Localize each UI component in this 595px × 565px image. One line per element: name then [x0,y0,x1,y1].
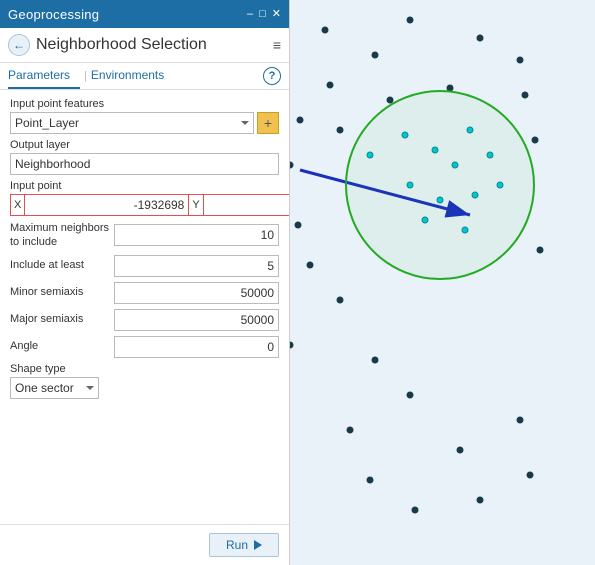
dark-point [477,35,484,42]
dark-point [297,117,304,124]
add-icon: + [264,115,272,131]
tab-environments[interactable]: Environments [91,63,174,89]
angle-group: Angle [10,336,279,358]
dark-point [307,262,314,269]
include-at-least-input[interactable] [114,255,279,277]
dark-point [522,92,529,99]
title-bar: Geoprocessing – □ ✕ [0,0,289,28]
back-button[interactable]: ← [8,34,30,56]
window-controls: – □ ✕ [247,9,281,20]
run-label: Run [226,538,248,552]
major-semiaxis-input[interactable] [114,309,279,331]
dark-point [457,447,464,454]
max-neighbors-label: Maximum neighborsto include [10,221,114,250]
input-point-features-select[interactable]: Point_Layer [10,112,254,134]
back-icon: ← [13,38,25,52]
dark-point [347,427,354,434]
geoprocessing-panel: Geoprocessing – □ ✕ ← Neighborhood Selec… [0,0,290,565]
minimize-btn[interactable]: – [247,9,253,20]
map-svg [290,0,595,565]
dark-point [367,477,374,484]
shape-type-select[interactable]: One sector Four sectors Circle [10,377,99,399]
parameters-body: Input point features Point_Layer + Outpu… [0,90,289,524]
maximize-btn[interactable]: □ [259,9,266,20]
max-neighbors-group: Maximum neighborsto include [10,221,279,250]
tool-header: ← Neighborhood Selection ≡ [0,28,289,63]
major-semiaxis-group: Major semiaxis [10,309,279,331]
dark-point [322,27,329,34]
run-button[interactable]: Run [209,533,279,557]
dark-point [517,417,524,424]
input-point-features-label: Input point features [10,98,279,110]
help-button[interactable]: ? [263,67,281,85]
map-canvas [290,0,595,565]
tabs-row: Parameters | Environments ? [0,63,289,90]
dark-point [372,52,379,59]
major-semiaxis-label: Major semiaxis [10,312,114,326]
run-play-icon [254,540,262,550]
input-point-features-group: Input point features Point_Layer + [10,98,279,134]
dark-point [290,162,294,169]
xy-row: X Y [10,194,279,216]
dark-point [537,247,544,254]
dark-point [477,497,484,504]
x-input[interactable] [24,194,189,216]
max-neighbors-input[interactable] [114,224,279,246]
angle-input[interactable] [114,336,279,358]
y-label: Y [189,194,202,216]
shape-type-group: Shape type One sector Four sectors Circl… [10,363,279,399]
close-btn[interactable]: ✕ [272,9,281,20]
dark-point [295,222,302,229]
dark-point [290,342,294,349]
dark-point [517,57,524,64]
dark-point [527,472,534,479]
selection-circle [345,90,535,280]
output-layer-label: Output layer [10,139,279,151]
shape-type-label: Shape type [10,363,279,375]
map-area [290,0,595,565]
window-title: Geoprocessing [8,7,99,22]
add-layer-button[interactable]: + [257,112,279,134]
menu-icon[interactable]: ≡ [273,37,281,53]
input-point-label: Input point [10,180,279,192]
output-layer-input[interactable] [10,153,279,175]
minor-semiaxis-group: Minor semiaxis [10,282,279,304]
tool-title: Neighborhood Selection [36,36,267,54]
minor-semiaxis-label: Minor semiaxis [10,285,114,299]
x-label: X [10,194,24,216]
minor-semiaxis-input[interactable] [114,282,279,304]
dark-point [372,357,379,364]
y-input[interactable] [203,194,289,216]
include-at-least-group: Include at least [10,255,279,277]
tab-separator: | [84,70,87,82]
include-at-least-label: Include at least [10,258,114,272]
tab-parameters[interactable]: Parameters [8,63,80,89]
input-point-group: Input point X Y [10,180,279,216]
dark-point [412,507,419,514]
panel-footer: Run [0,524,289,565]
dark-point [407,17,414,24]
dark-point [532,137,539,144]
output-layer-group: Output layer [10,139,279,175]
dark-point [337,297,344,304]
dark-point [327,82,334,89]
angle-label: Angle [10,339,114,353]
input-point-features-row: Point_Layer + [10,112,279,134]
dark-point [337,127,344,134]
dark-point [407,392,414,399]
